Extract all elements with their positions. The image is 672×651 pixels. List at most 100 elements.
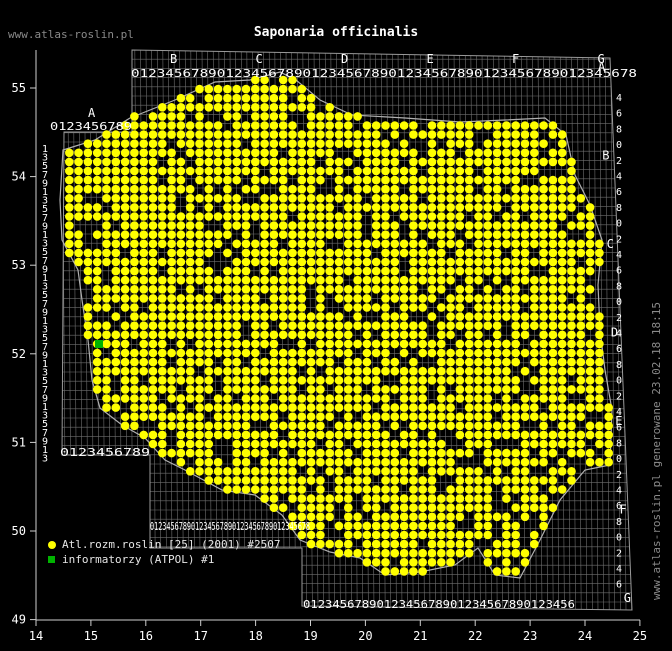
record-dot (278, 175, 288, 185)
record-dot (213, 103, 223, 112)
record-dot (195, 321, 204, 331)
record-dot (130, 257, 139, 267)
record-dot (167, 175, 176, 185)
record-dot (148, 121, 158, 130)
record-dot (297, 184, 307, 194)
record-dot (260, 330, 269, 340)
record-dot (576, 212, 586, 221)
record-dot (195, 121, 204, 130)
record-dot (418, 239, 428, 249)
record-dot (232, 257, 241, 267)
record-dot (371, 303, 381, 312)
record-dot (390, 230, 400, 239)
record-dot (474, 467, 483, 476)
record-dot (399, 139, 409, 148)
record-dot (65, 175, 74, 185)
record-dot (446, 366, 455, 376)
record-dot (539, 139, 548, 148)
record-dot (241, 239, 251, 249)
record-dot (427, 530, 437, 540)
record-dot (232, 121, 241, 130)
record-dot (344, 430, 353, 440)
record-dot (539, 412, 548, 422)
record-dot (241, 421, 251, 431)
record-dot (381, 467, 390, 476)
record-dot (130, 203, 139, 212)
record-dot (167, 366, 176, 376)
record-dot (158, 257, 167, 267)
record-dot (185, 184, 195, 194)
record-dot (539, 257, 548, 267)
record-dot (204, 203, 214, 212)
record-dot (539, 294, 548, 303)
record-dot (278, 121, 288, 130)
record-dot (148, 230, 158, 239)
record-dot (213, 130, 223, 139)
record-dot (353, 230, 362, 239)
record-dot (148, 130, 158, 139)
record-dot (344, 457, 353, 467)
record-dot (213, 239, 223, 249)
record-dot (353, 512, 362, 522)
record-dot (446, 539, 455, 549)
record-dot (241, 275, 251, 285)
record-dot (520, 230, 530, 239)
record-dot (120, 421, 130, 431)
record-dot (92, 203, 102, 212)
record-dot (576, 275, 586, 285)
record-dot (511, 312, 520, 321)
record-dot (483, 194, 493, 203)
record-dot (353, 357, 362, 367)
record-dot (539, 448, 548, 458)
record-dot (399, 457, 409, 467)
record-dot (241, 248, 251, 258)
record-dot (502, 485, 511, 494)
record-dot (371, 412, 381, 422)
record-dot (204, 421, 214, 431)
record-dot (399, 285, 409, 294)
record-dot (548, 294, 558, 303)
record-dot (530, 239, 539, 249)
record-dot (241, 467, 251, 476)
record-dot (604, 403, 613, 412)
record-dot (409, 448, 418, 458)
record-dot (530, 303, 539, 312)
record-dot (92, 285, 102, 294)
record-dot (325, 339, 335, 349)
record-dot (344, 330, 353, 340)
record-dot (213, 348, 223, 358)
record-dot (278, 385, 288, 394)
record-dot (83, 248, 93, 258)
record-dot (474, 303, 483, 312)
record-dot (530, 457, 539, 467)
record-dot (288, 157, 297, 167)
record-dot (130, 357, 139, 367)
grid-letter-top: F (512, 52, 519, 66)
record-dot (437, 148, 446, 158)
record-dot (120, 175, 130, 185)
record-dot (148, 266, 158, 276)
record-dot (455, 248, 465, 258)
record-dot (278, 93, 288, 103)
record-dot (241, 403, 251, 412)
record-dot (139, 248, 148, 258)
record-dot (409, 567, 418, 576)
record-dot (167, 148, 176, 158)
record-dot (334, 376, 344, 385)
record-dot (232, 330, 241, 340)
record-dot (251, 275, 260, 285)
record-dot (539, 312, 548, 321)
record-dot (223, 330, 232, 340)
record-dot (474, 403, 483, 412)
grid-letter-top: B (170, 52, 177, 66)
record-dot (483, 548, 493, 558)
record-dot (232, 93, 241, 103)
record-dot (213, 403, 223, 412)
record-dot (120, 412, 130, 422)
record-dot (390, 385, 400, 394)
record-dot (511, 166, 520, 176)
record-dot (539, 512, 548, 522)
record-dot (344, 203, 353, 212)
record-dot (371, 421, 381, 431)
record-dot (306, 357, 316, 367)
